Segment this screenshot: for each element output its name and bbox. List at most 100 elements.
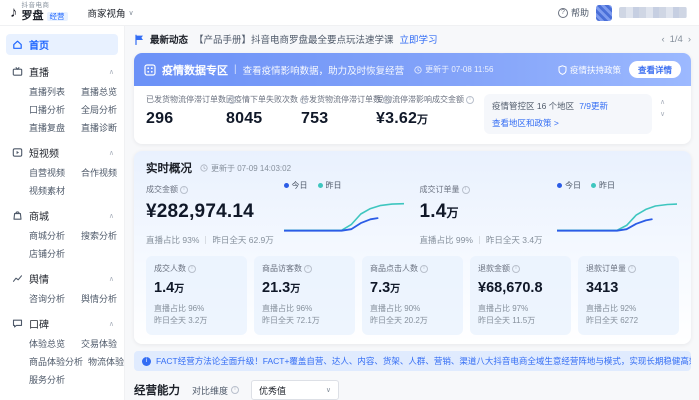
sidebar-item-home[interactable]: 首页 <box>6 34 118 55</box>
sidebar-item[interactable]: 合作视频 <box>81 166 117 179</box>
metric-value: 1.4 <box>420 201 447 222</box>
metric-label: 商品访客数 <box>262 263 302 274</box>
compare-dimension-select[interactable]: 优秀值 ∨ <box>251 380 339 400</box>
sidebar-section-video-header[interactable]: 短视频 ∧ <box>0 142 124 163</box>
metric-value: 753 <box>301 110 376 128</box>
view-mode-dropdown[interactable]: 商家视角 ∨ <box>88 6 134 20</box>
help-button[interactable]: ? 帮助 <box>558 6 589 19</box>
compare-text: 对比维度 <box>192 384 228 397</box>
sidebar-section-creator-header[interactable]: 达人 ∧ <box>0 394 124 400</box>
legend-label: 今日 <box>292 180 308 191</box>
info-icon[interactable] <box>180 186 188 194</box>
region-policy-link[interactable]: 查看地区和政策 > <box>492 117 559 129</box>
pager-next-button[interactable]: › <box>688 34 691 45</box>
main-content: 最新动态 【产品手册】抖音电商罗盘最全要点玩法速学课 立即学习 ‹ 1/4 › … <box>126 26 699 400</box>
sidebar-item[interactable]: 直播列表 <box>29 85 71 98</box>
info-icon[interactable] <box>300 96 308 104</box>
chevron-down-icon[interactable]: ∨ <box>660 110 665 118</box>
sidebar-section-mall-header[interactable]: 商城 ∧ <box>0 205 124 226</box>
sidebar-item[interactable]: 搜索分析 <box>81 229 117 242</box>
legend-today[interactable]: 今日 <box>557 180 581 191</box>
info-icon[interactable] <box>420 265 428 273</box>
metric-label: 成交订单量 <box>420 184 460 195</box>
sidebar-item[interactable]: 视频素材 <box>29 184 71 197</box>
sidebar-item[interactable]: 直播总览 <box>81 85 117 98</box>
info-icon[interactable] <box>512 265 520 273</box>
brand-small-label: 抖音电商 <box>22 3 68 10</box>
info-icon[interactable] <box>228 96 236 104</box>
brand-badge: 经营 <box>47 12 68 22</box>
sidebar-item[interactable]: 口播分析 <box>29 103 71 116</box>
live-share: 直播占比 90% <box>370 304 420 313</box>
chevron-down-icon: ∨ <box>326 386 331 394</box>
today-dot-icon <box>284 183 289 188</box>
covid-banner-subtitle: 查看疫情影响数据，助力及时恢复经营 <box>243 63 405 77</box>
info-icon[interactable] <box>383 96 391 104</box>
covid-detail-button[interactable]: 查看详情 <box>629 61 681 78</box>
legend-today[interactable]: 今日 <box>284 180 308 191</box>
covid-policy-link[interactable]: 疫情扶持政策 <box>558 64 621 76</box>
metric-value: 1.4 <box>154 280 174 296</box>
sidebar-section-sentiment-header[interactable]: 舆情 ∧ <box>0 268 124 289</box>
sidebar-item[interactable]: 商城分析 <box>29 229 71 242</box>
yesterday-total: 昨日全天 3.2万 <box>154 316 207 325</box>
chevron-up-icon[interactable]: ∧ <box>660 98 665 106</box>
chevron-up-icon[interactable]: ∧ <box>109 149 114 157</box>
metric-label: 已发货物流停滞订单数 <box>146 94 226 105</box>
info-icon[interactable] <box>188 265 196 273</box>
pager-prev-button[interactable]: ‹ <box>661 34 664 45</box>
sidebar-section-sentiment: 舆情 ∧ 咨询分析舆情分析 <box>0 268 124 307</box>
yesterday-total: 昨日全天 72.1万 <box>262 316 320 325</box>
sidebar-item[interactable]: 全局分析 <box>81 103 117 116</box>
region-update-link[interactable]: 7/9更新 <box>579 100 608 112</box>
mall-icon <box>12 210 23 221</box>
sidebar-item[interactable]: 商品体验分析 <box>29 355 78 368</box>
section-label: 口碑 <box>29 316 49 331</box>
chevron-up-icon[interactable]: ∧ <box>109 68 114 76</box>
info-icon[interactable] <box>466 96 474 104</box>
region-prefix: 疫情管控区 16 个地区 <box>492 100 574 112</box>
divider <box>479 236 480 244</box>
account-name-blurred <box>619 7 687 18</box>
brand-logo[interactable]: ♪ 抖音电商 罗盘 经营 <box>10 3 68 22</box>
legend-yesterday[interactable]: 昨日 <box>318 180 342 191</box>
info-icon[interactable] <box>628 265 636 273</box>
pager-count: 1/4 <box>670 34 683 45</box>
chevron-up-icon[interactable]: ∧ <box>109 320 114 328</box>
yesterday-dot-icon <box>318 183 323 188</box>
avatar[interactable] <box>596 5 612 21</box>
sidebar-item[interactable]: 服务分析 <box>29 373 71 386</box>
info-icon[interactable] <box>462 186 470 194</box>
chevron-up-icon[interactable]: ∧ <box>109 275 114 283</box>
metric-value: 7.3 <box>370 280 390 296</box>
sidebar-item[interactable]: 店铺分析 <box>29 247 71 260</box>
sidebar-section-creator: 达人 ∧ 达人广场 达人筛选 合作达人 <box>0 394 124 400</box>
clock-icon <box>414 66 422 74</box>
sidebar-item[interactable]: 交易体验 <box>81 337 117 350</box>
announcement-link[interactable]: 立即学习 <box>400 32 438 46</box>
info-icon[interactable] <box>231 386 239 394</box>
realtime-overview-card: 实时概况 更新于 07-09 14:03:02 成交金额 ¥282,974.14… <box>134 151 691 344</box>
sidebar-item[interactable]: 咨询分析 <box>29 292 71 305</box>
chevron-up-icon[interactable]: ∧ <box>109 212 114 220</box>
sidebar-item[interactable]: 体验总览 <box>29 337 71 350</box>
metric-unit: 万 <box>174 284 184 295</box>
small-metric: 退款订单量 3413 直播占比 92%昨日全天 6272 <box>578 256 679 335</box>
legend-yesterday[interactable]: 昨日 <box>591 180 615 191</box>
orders-sparkline-chart <box>557 193 677 239</box>
sidebar-section-reputation-header[interactable]: 口碑 ∧ <box>0 313 124 334</box>
sidebar-item[interactable]: 物流体验 <box>88 355 124 368</box>
sidebar-item[interactable]: 舆情分析 <box>81 292 117 305</box>
metric-label: 成交金额 <box>146 184 178 195</box>
sidebar-item[interactable]: 直播复盘 <box>29 121 71 134</box>
sidebar-item[interactable]: 直播诊断 <box>81 121 117 134</box>
yesterday-total: 昨日全天 62.9万 <box>212 234 273 246</box>
metric-label: 商品点击人数 <box>370 263 418 274</box>
sidebar-section-live-header[interactable]: 直播 ∧ <box>0 61 124 82</box>
info-icon[interactable] <box>304 265 312 273</box>
covid-policy-text: 疫情扶持政策 <box>570 64 621 76</box>
metric-label: 因疫情下单失败次数 <box>226 94 298 105</box>
covid-metrics-row: 已发货物流停滞订单数 296 因疫情下单失败次数 8045 待发货物流停滞订单数… <box>134 86 691 144</box>
sidebar-item[interactable]: 自营视频 <box>29 166 71 179</box>
live-icon <box>12 66 23 77</box>
